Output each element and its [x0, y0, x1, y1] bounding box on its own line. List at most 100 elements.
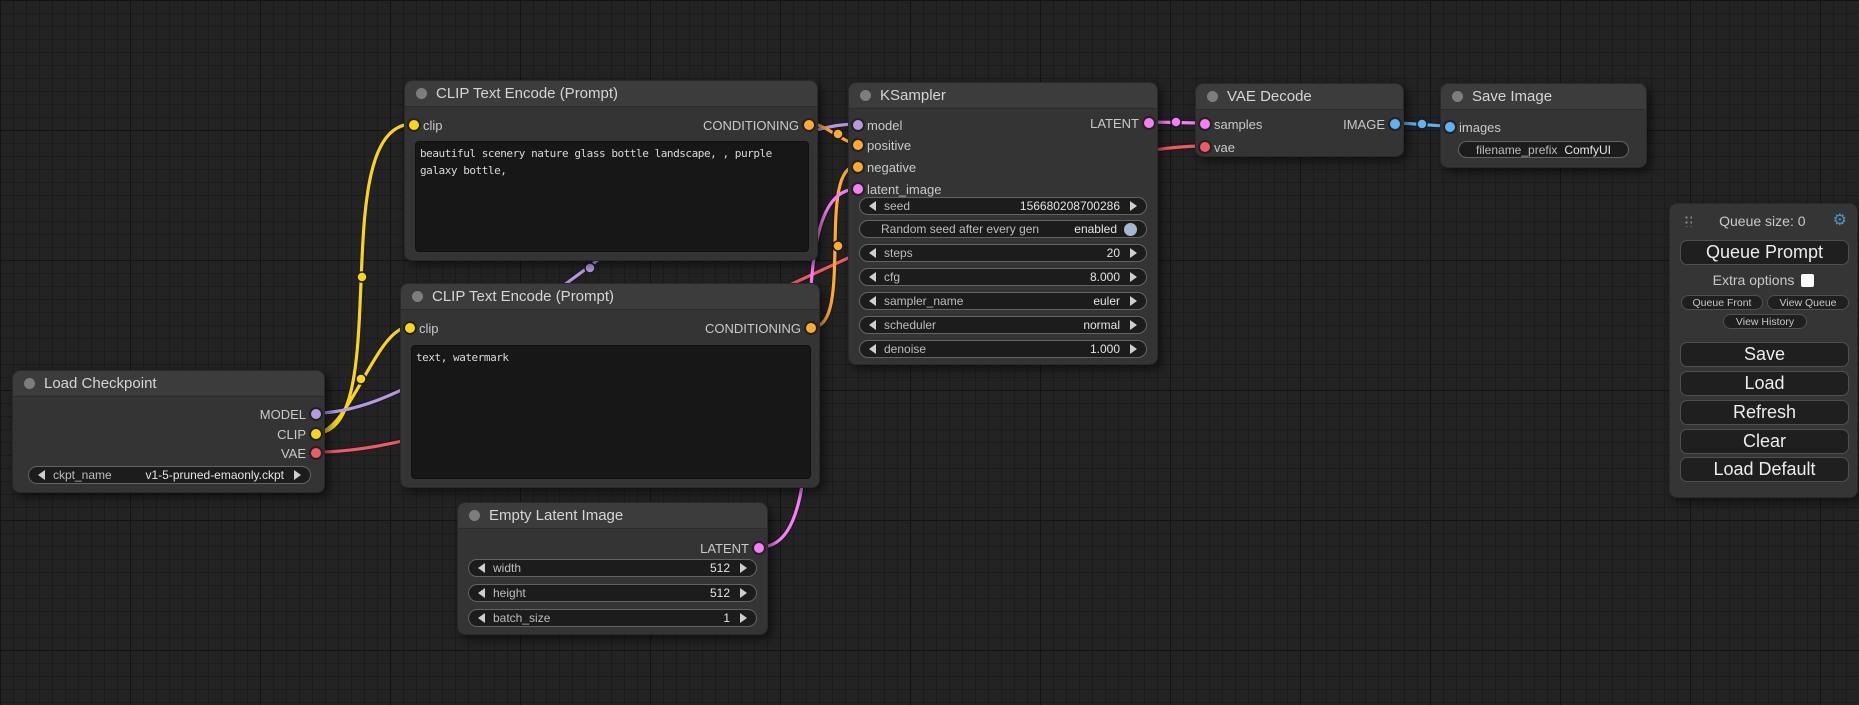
decrement-arrow-icon[interactable]	[869, 201, 876, 211]
scheduler-widget[interactable]: scheduler normal	[859, 316, 1147, 334]
prompt-textarea[interactable]: text, watermark	[411, 345, 811, 479]
node-save-image[interactable]: Save Image images filename_prefix ComfyU…	[1440, 83, 1647, 168]
decrement-arrow-icon[interactable]	[869, 296, 876, 306]
node-title: Load Checkpoint	[44, 375, 157, 392]
load-button[interactable]: Load	[1680, 371, 1849, 396]
increment-arrow-icon[interactable]	[740, 563, 747, 573]
collapse-dot-icon[interactable]	[469, 510, 480, 521]
latent-input-dot[interactable]	[853, 184, 863, 194]
settings-gear-icon[interactable]: ⚙	[1833, 213, 1847, 229]
queue-prompt-button[interactable]: Queue Prompt	[1680, 240, 1849, 265]
seed-widget[interactable]: seed 156680208700286	[859, 197, 1147, 215]
samples-input-dot[interactable]	[1200, 119, 1210, 129]
link-dot[interactable]	[585, 263, 595, 273]
node-vae-decode[interactable]: VAE Decode samples vae IMAGE	[1195, 83, 1404, 157]
increment-arrow-icon[interactable]	[1130, 344, 1137, 354]
prompt-textarea[interactable]: beautiful scenery nature glass bottle la…	[415, 141, 809, 252]
link-dot[interactable]	[1417, 119, 1427, 129]
extra-options-label: Extra options	[1713, 272, 1795, 288]
collapse-dot-icon[interactable]	[1452, 91, 1463, 102]
collapse-dot-icon[interactable]	[412, 291, 423, 302]
ckpt-name-widget[interactable]: ckpt_name v1-5-pruned-emaonly.ckpt	[28, 466, 311, 484]
link-dot[interactable]	[833, 241, 843, 251]
increment-arrow-icon[interactable]	[740, 588, 747, 598]
model-input-dot[interactable]	[853, 120, 863, 130]
increment-arrow-icon[interactable]	[1130, 201, 1137, 211]
filename-prefix-widget[interactable]: filename_prefix ComfyUI	[1458, 141, 1629, 158]
collapse-dot-icon[interactable]	[416, 88, 427, 99]
denoise-widget[interactable]: denoise 1.000	[859, 340, 1147, 358]
link-dot[interactable]	[833, 129, 843, 139]
input-slot-vae: vae	[1196, 137, 1235, 157]
collapse-dot-icon[interactable]	[1207, 91, 1218, 102]
link-dot[interactable]	[356, 374, 366, 384]
node-title-bar[interactable]: KSampler	[849, 83, 1157, 109]
view-queue-button[interactable]: View Queue	[1767, 295, 1849, 310]
node-title-bar[interactable]: VAE Decode	[1196, 84, 1403, 110]
model-output-dot[interactable]	[311, 409, 321, 419]
vae-input-dot[interactable]	[1200, 142, 1210, 152]
refresh-button[interactable]: Refresh	[1680, 400, 1849, 425]
decrement-arrow-icon[interactable]	[869, 344, 876, 354]
latent-output-dot[interactable]	[1144, 118, 1154, 128]
increment-arrow-icon[interactable]	[740, 613, 747, 623]
decrement-arrow-icon[interactable]	[38, 470, 45, 480]
ckpt-name-value: v1-5-pruned-emaonly.ckpt	[145, 468, 284, 482]
node-load-checkpoint[interactable]: Load Checkpoint MODEL CLIP VAE ckpt_name…	[12, 370, 325, 493]
cfg-widget[interactable]: cfg 8.000	[859, 268, 1147, 286]
increment-arrow-icon[interactable]	[1130, 296, 1137, 306]
conditioning-output-dot[interactable]	[804, 120, 814, 130]
node-title-bar[interactable]: CLIP Text Encode (Prompt)	[401, 284, 819, 310]
queue-front-button[interactable]: Queue Front	[1681, 295, 1763, 310]
node-title-bar[interactable]: Load Checkpoint	[13, 371, 324, 397]
steps-widget[interactable]: steps 20	[859, 244, 1147, 262]
decrement-arrow-icon[interactable]	[869, 320, 876, 330]
link-dot[interactable]	[357, 272, 367, 282]
node-clip-text-encode-positive[interactable]: CLIP Text Encode (Prompt) clip CONDITION…	[404, 80, 818, 261]
decrement-arrow-icon[interactable]	[478, 588, 485, 598]
negative-input-dot[interactable]	[853, 162, 863, 172]
view-history-button[interactable]: View History	[1723, 314, 1807, 329]
increment-arrow-icon[interactable]	[1130, 272, 1137, 282]
link-dot[interactable]	[1171, 117, 1181, 127]
conditioning-output-dot[interactable]	[806, 323, 816, 333]
decrement-arrow-icon[interactable]	[478, 613, 485, 623]
clear-button[interactable]: Clear	[1680, 429, 1849, 454]
increment-arrow-icon[interactable]	[294, 470, 301, 480]
node-title-bar[interactable]: CLIP Text Encode (Prompt)	[405, 81, 817, 107]
random-seed-toggle-widget[interactable]: Random seed after every gen enabled	[859, 220, 1147, 238]
image-output-dot[interactable]	[1390, 119, 1400, 129]
node-ksampler[interactable]: KSampler model positive negative latent_…	[848, 82, 1158, 365]
node-clip-text-encode-negative[interactable]: CLIP Text Encode (Prompt) clip CONDITION…	[400, 283, 820, 488]
clip-input-dot[interactable]	[405, 323, 415, 333]
increment-arrow-icon[interactable]	[1130, 320, 1137, 330]
latent-output-dot[interactable]	[754, 543, 764, 553]
clip-output-dot[interactable]	[311, 429, 321, 439]
decrement-arrow-icon[interactable]	[869, 272, 876, 282]
sampler-name-widget[interactable]: sampler_name euler	[859, 292, 1147, 310]
images-input-dot[interactable]	[1445, 122, 1455, 132]
node-empty-latent-image[interactable]: Empty Latent Image LATENT width 512 heig…	[457, 502, 768, 635]
graph-canvas[interactable]: { "colors": { "model": "#b49ae0", "clip"…	[0, 0, 1859, 705]
node-title-bar[interactable]: Save Image	[1441, 84, 1646, 110]
drag-handle-icon[interactable]	[1684, 215, 1692, 227]
output-slot-model: MODEL	[260, 404, 324, 424]
vae-output-dot[interactable]	[311, 448, 321, 458]
batch-size-widget[interactable]: batch_size 1	[468, 609, 757, 627]
height-widget[interactable]: height 512	[468, 584, 757, 602]
collapse-dot-icon[interactable]	[860, 90, 871, 101]
increment-arrow-icon[interactable]	[1130, 248, 1137, 258]
toggle-knob[interactable]	[1124, 223, 1137, 236]
extra-options-checkbox[interactable]	[1801, 274, 1814, 287]
collapse-dot-icon[interactable]	[24, 378, 35, 389]
decrement-arrow-icon[interactable]	[478, 563, 485, 573]
decrement-arrow-icon[interactable]	[869, 248, 876, 258]
positive-input-dot[interactable]	[853, 140, 863, 150]
output-slot-image: IMAGE	[1343, 114, 1403, 134]
clip-input-dot[interactable]	[409, 120, 419, 130]
save-button[interactable]: Save	[1680, 342, 1849, 367]
width-widget[interactable]: width 512	[468, 559, 757, 577]
input-slot-clip: clip	[405, 115, 443, 135]
node-title-bar[interactable]: Empty Latent Image	[458, 503, 767, 529]
load-default-button[interactable]: Load Default	[1680, 457, 1849, 482]
